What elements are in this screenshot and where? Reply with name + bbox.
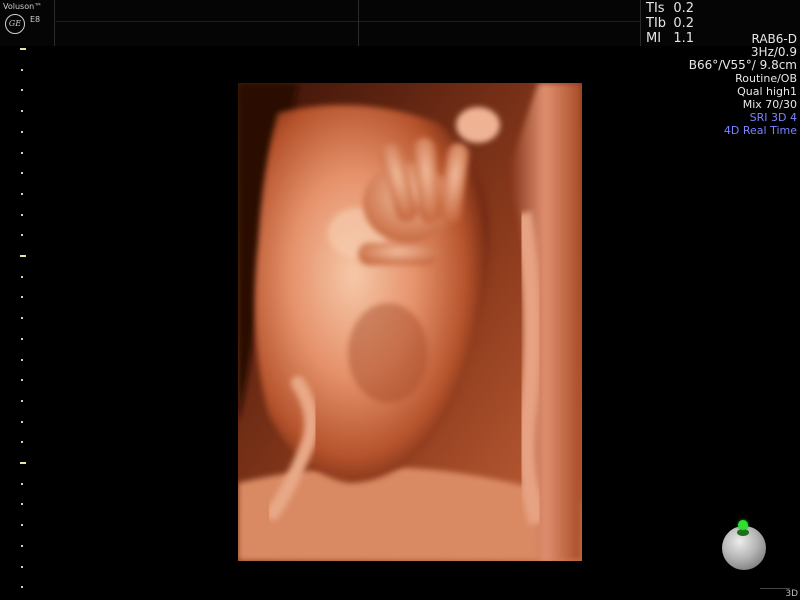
fetal-render-image — [238, 83, 582, 561]
depth-tick — [21, 68, 23, 71]
depth-tick — [21, 234, 23, 237]
depth-tick — [21, 130, 23, 133]
volume-angles: B66°/V55°/ 9.8cm — [688, 58, 797, 72]
depth-scale — [0, 46, 30, 600]
depth-tick — [21, 358, 23, 361]
depth-tick — [21, 213, 23, 216]
header-cell-1 — [54, 0, 359, 46]
mix: Mix 70/30 — [742, 98, 797, 111]
depth-tick — [21, 192, 23, 195]
depth-tick — [21, 110, 23, 113]
render-mode: 4D Real Time — [723, 124, 797, 137]
acquisition-settings: RAB6-D 3Hz/0.9 B66°/V55°/ 9.8cm Routine/… — [617, 33, 797, 138]
depth-tick — [21, 172, 23, 175]
tib-label: TIb — [646, 16, 667, 31]
depth-tick — [21, 544, 23, 547]
depth-tick — [21, 420, 23, 423]
orientation-shadow — [737, 529, 749, 536]
model-name: E8 — [30, 15, 41, 24]
sri-setting: SRI 3D 4 — [749, 111, 797, 124]
depth-tick — [21, 89, 23, 92]
depth-tick — [21, 151, 23, 154]
brand-name: Voluson™ — [3, 2, 43, 11]
depth-tick-major — [20, 48, 26, 50]
depth-tick — [21, 441, 23, 444]
depth-tick — [21, 482, 23, 485]
depth-tick — [21, 317, 23, 320]
depth-tick — [21, 379, 23, 382]
depth-tick — [21, 275, 23, 278]
depth-tick — [21, 337, 23, 340]
depth-tick — [21, 296, 23, 299]
quality: Qual high1 — [737, 85, 797, 98]
depth-tick-major — [20, 255, 26, 257]
safety-row-tis: TIs 0.2 — [646, 1, 702, 16]
depth-tick — [21, 399, 23, 402]
brand-area: Voluson™ GE E8 — [0, 0, 55, 46]
depth-tick — [21, 586, 23, 589]
orientation-marker-icon — [738, 520, 748, 530]
tis-value: 0.2 — [673, 1, 694, 16]
depth-tick — [21, 524, 23, 527]
safety-row-tib: TIb 0.2 — [646, 16, 702, 31]
preset: Routine/OB — [735, 72, 797, 85]
depth-tick-major — [20, 462, 26, 464]
depth-tick — [21, 503, 23, 506]
orientation-widget[interactable] — [722, 520, 768, 570]
tib-value: 0.2 — [673, 16, 694, 31]
tis-label: TIs — [646, 1, 665, 16]
header-cell-2 — [358, 0, 641, 46]
rendered-volume[interactable] — [238, 83, 582, 561]
mode-badge: 3D — [785, 589, 798, 599]
ge-logo-icon: GE — [5, 14, 25, 34]
depth-tick — [21, 565, 23, 568]
